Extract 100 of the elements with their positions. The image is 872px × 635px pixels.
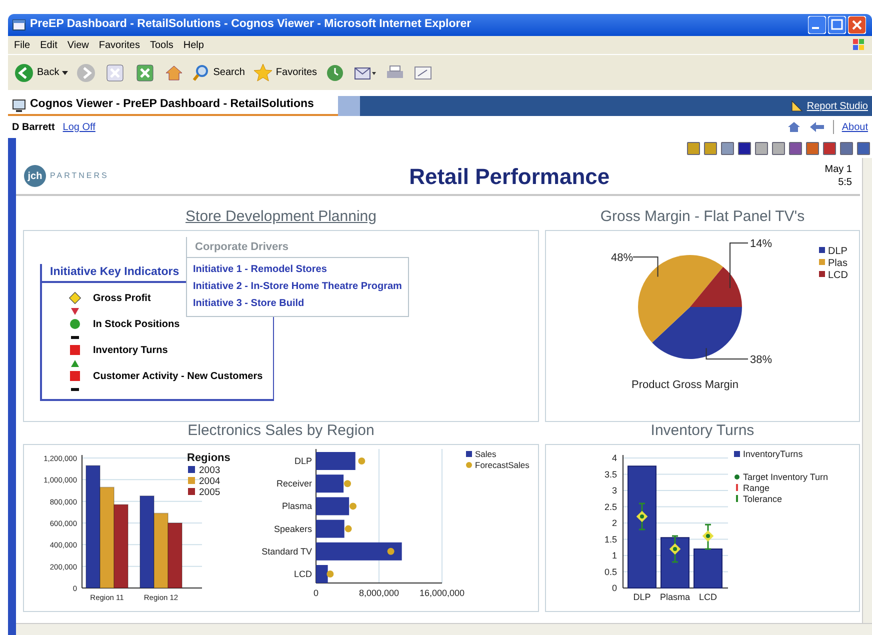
leader-line bbox=[730, 242, 748, 289]
legend-label: ForecastSales bbox=[475, 460, 530, 470]
horizontal-scrollbar[interactable] bbox=[16, 623, 872, 635]
menu-item[interactable]: Favorites bbox=[98, 38, 140, 52]
report-tool-icon[interactable] bbox=[840, 142, 853, 154]
category-label: Standard TV bbox=[262, 546, 312, 556]
category-label: LCD bbox=[294, 569, 312, 579]
indicator-label: Inventory Turns bbox=[93, 344, 168, 358]
ruler-icon bbox=[790, 100, 803, 112]
slice-label: 14% bbox=[750, 238, 772, 250]
legend-label: Target Inventory Turn bbox=[743, 472, 828, 482]
legend-label: 2003 bbox=[199, 465, 220, 476]
legend-label: Range bbox=[743, 483, 770, 493]
report-tool-icon[interactable] bbox=[772, 142, 785, 154]
section-title: Inventory Turns bbox=[650, 420, 754, 440]
stop-icon[interactable] bbox=[104, 62, 126, 84]
menu-item[interactable]: File bbox=[14, 38, 30, 52]
legend-label: DLP bbox=[828, 246, 848, 257]
report-tool-icon[interactable] bbox=[704, 142, 717, 154]
user-name: D Barrett bbox=[12, 120, 55, 134]
category-label: DLP bbox=[633, 592, 651, 602]
report-time: 5:5 bbox=[838, 176, 852, 189]
legend-label: Tolerance bbox=[743, 494, 782, 504]
section-title: Gross Margin - Flat Panel TV's bbox=[600, 206, 805, 226]
minimize-icon[interactable] bbox=[808, 16, 826, 34]
axis-tick-label: 3.5 bbox=[604, 469, 617, 480]
axis-tick-label: 0 bbox=[612, 583, 617, 593]
report-tool-icon[interactable] bbox=[823, 142, 836, 154]
initiative-link[interactable]: Initiative 3 - Store Build bbox=[193, 297, 402, 311]
maximize-icon[interactable] bbox=[828, 16, 846, 34]
menu-item[interactable]: Help bbox=[183, 38, 204, 52]
back-button[interactable]: Back bbox=[14, 62, 68, 82]
indicator-label: Customer Activity - New Customers bbox=[93, 370, 263, 384]
close-icon[interactable] bbox=[848, 16, 866, 34]
axis-tick-label: 8,000,000 bbox=[358, 588, 400, 598]
axis-tick-label: 2.5 bbox=[604, 502, 617, 512]
report-tool-icon[interactable] bbox=[738, 142, 751, 154]
logo-mark: jch bbox=[24, 165, 46, 187]
report-tool-icon[interactable] bbox=[789, 142, 802, 154]
report-tool-icon[interactable] bbox=[806, 142, 819, 154]
about-link[interactable]: About bbox=[842, 120, 868, 134]
leader-line bbox=[632, 256, 658, 278]
category-label: Receiver bbox=[276, 478, 312, 489]
menu-item[interactable]: Tools bbox=[150, 38, 174, 52]
axis-tick-label: 4 bbox=[612, 453, 617, 463]
axis-tick-label: 0.5 bbox=[604, 566, 617, 577]
window-title: PreEP Dashboard - RetailSolutions - Cognos Viewer - Microsoft Internet Explorer bbox=[30, 17, 472, 32]
axis-tick-label: 2 bbox=[612, 518, 617, 528]
category-label: Speakers bbox=[274, 524, 312, 534]
star-icon bbox=[252, 62, 273, 82]
initiative-link[interactable]: Initiative 2 - In-Store Home Theatre Program bbox=[193, 280, 402, 294]
category-label: DLP bbox=[294, 456, 312, 466]
report-tool-icon[interactable] bbox=[687, 142, 700, 154]
panel-heading: Initiative Key Indicators bbox=[50, 264, 180, 280]
tab-separator bbox=[338, 96, 360, 116]
favorites-button[interactable]: Favorites bbox=[252, 62, 318, 82]
history-icon[interactable] bbox=[325, 62, 346, 82]
axis-tick-label: 1 bbox=[612, 550, 617, 560]
report-studio-link[interactable]: Report Studio bbox=[806, 98, 868, 114]
axis-tick-label: 1.5 bbox=[604, 534, 617, 544]
section-title[interactable]: Store Development Planning bbox=[186, 206, 376, 228]
vertical-scrollbar[interactable] bbox=[862, 158, 872, 623]
legend-label: 2004 bbox=[199, 476, 220, 487]
report-tool-icon[interactable] bbox=[755, 142, 768, 154]
caret-icon bbox=[62, 70, 68, 74]
report-title: Retail Performance bbox=[408, 162, 611, 190]
category-label: Plasma bbox=[282, 501, 312, 512]
legend-label: 2005 bbox=[199, 487, 220, 498]
search-button[interactable]: Search bbox=[192, 64, 245, 82]
slice-label: 48% bbox=[610, 252, 633, 264]
legend-label: LCD bbox=[828, 270, 848, 281]
initiative-link[interactable]: Initiative 1 - Remodel Stores bbox=[193, 263, 402, 277]
legend-label: Sales bbox=[475, 449, 496, 459]
legend-title: Regions bbox=[187, 452, 230, 464]
windows-logo-icon bbox=[852, 38, 866, 52]
indicator-label: In Stock Positions bbox=[93, 318, 180, 332]
menu-item[interactable]: View bbox=[67, 38, 89, 52]
indicator-label: Gross Profit bbox=[93, 292, 151, 306]
back-arrow-icon[interactable] bbox=[808, 121, 825, 133]
monitor-icon bbox=[12, 98, 26, 112]
category-label: Plasma bbox=[660, 592, 690, 602]
home-icon[interactable] bbox=[786, 120, 801, 134]
report-tool-icon[interactable] bbox=[721, 142, 734, 154]
legend-label: Plas bbox=[828, 258, 848, 269]
chart-title: Product Gross Margin bbox=[632, 379, 738, 391]
search-icon bbox=[192, 64, 210, 82]
report-date: May 1 bbox=[824, 163, 852, 176]
axis-tick-label: 3 bbox=[612, 486, 617, 496]
legend-label: InventoryTurns bbox=[743, 449, 803, 459]
browser-icon bbox=[12, 18, 26, 32]
panel-heading: Corporate Drivers bbox=[195, 240, 289, 255]
axis-tick-label: 16,000,000 bbox=[419, 588, 465, 598]
logo-text: PARTNERS bbox=[50, 170, 109, 182]
axis-tick-label: 0 bbox=[314, 588, 318, 598]
report-tool-icon[interactable] bbox=[857, 142, 870, 154]
log-off-link[interactable]: Log Off bbox=[62, 120, 96, 134]
category-label: LCD bbox=[699, 592, 717, 602]
menu-item[interactable]: Edit bbox=[40, 38, 58, 52]
leader-line bbox=[706, 348, 748, 360]
section-title: Electronics Sales by Region bbox=[188, 420, 374, 440]
